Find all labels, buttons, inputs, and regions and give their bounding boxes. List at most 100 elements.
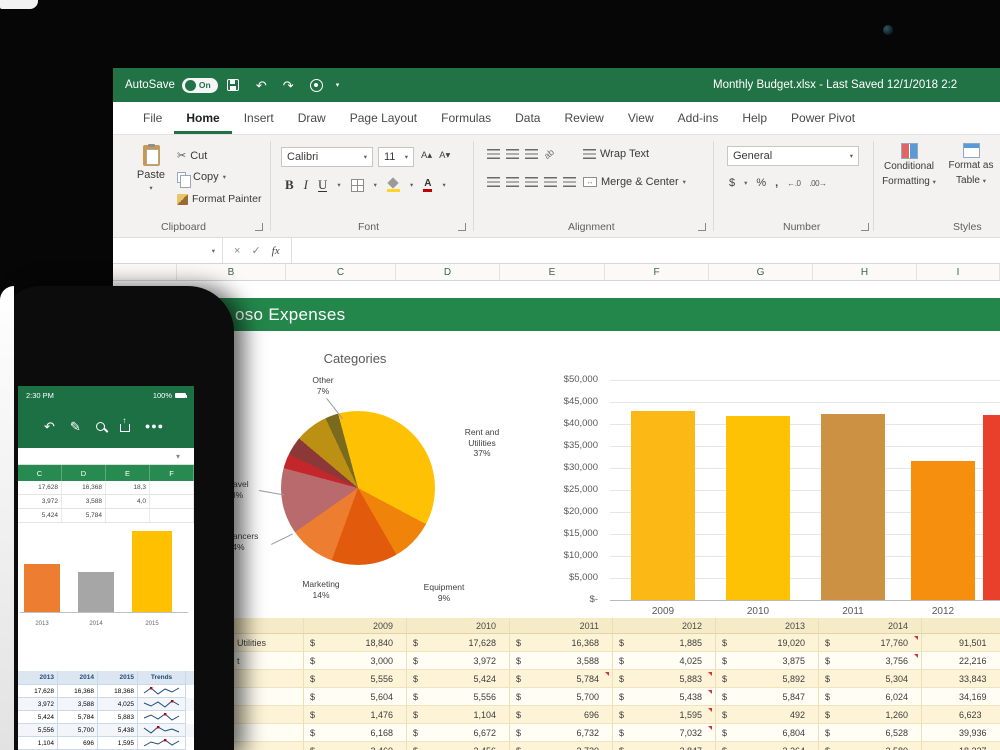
value-cell[interactable]: $5,784	[509, 670, 612, 687]
value-cell[interactable]: $5,556	[303, 670, 406, 687]
phone-mini-table[interactable]: 201320142015Trends17,62816,36818,3683,97…	[18, 671, 194, 750]
phone-grid-cell[interactable]	[150, 509, 194, 522]
value-cell[interactable]: $16,368	[509, 634, 612, 651]
phone-grid-cell[interactable]	[150, 495, 194, 508]
bar-2009[interactable]	[631, 411, 695, 600]
phone-bar-2015[interactable]	[132, 531, 172, 612]
phone-grid-cell[interactable]	[150, 481, 194, 494]
copy-button[interactable]: Copy ▾	[177, 171, 226, 183]
font-grow-shrink[interactable]: A▴ A▾	[421, 150, 450, 161]
tab-view[interactable]: View	[616, 102, 666, 134]
font-color-caret-icon[interactable]: ▾	[442, 181, 445, 189]
tab-home[interactable]: Home	[174, 102, 231, 134]
sparkline-cell[interactable]	[138, 685, 186, 698]
value-cell[interactable]: $4,025	[612, 652, 715, 669]
total-cell[interactable]: 22,216	[921, 652, 1000, 669]
font-color-icon[interactable]: A	[423, 178, 432, 192]
value-cell[interactable]: $1,260	[818, 706, 921, 723]
tab-review[interactable]: Review	[552, 102, 615, 134]
tab-power-pivot[interactable]: Power Pivot	[779, 102, 867, 134]
phone-table-cell[interactable]: 4,025	[98, 698, 138, 711]
enter-icon[interactable]: ✓	[251, 244, 260, 257]
tab-formulas[interactable]: Formulas	[429, 102, 503, 134]
column-header-C[interactable]: C	[286, 264, 396, 280]
share-icon[interactable]	[120, 424, 130, 432]
undo-icon[interactable]: ↶	[256, 79, 267, 92]
tab-help[interactable]: Help	[730, 102, 779, 134]
value-cell[interactable]: $3,756	[818, 652, 921, 669]
column-header-I[interactable]: I	[917, 264, 1000, 280]
paste-button[interactable]: Paste ▾	[129, 145, 173, 221]
format-painter-button[interactable]: Format Painter	[177, 193, 261, 205]
sparkline-cell[interactable]	[138, 724, 186, 737]
phone-table-cell[interactable]: 5,883	[98, 711, 138, 724]
value-cell[interactable]: $17,628	[406, 634, 509, 651]
total-cell[interactable]: 18,327	[921, 742, 1000, 750]
value-cell[interactable]: $6,672	[406, 724, 509, 741]
decrease-decimal-icon[interactable]: .00→	[809, 179, 826, 188]
borders-caret-icon[interactable]: ▾	[374, 181, 377, 189]
value-cell[interactable]: $7,032	[612, 724, 715, 741]
phone-table-cell[interactable]: 5,700	[58, 724, 98, 737]
quick-access-caret-icon[interactable]: ▾	[336, 81, 340, 89]
phone-column-header-C[interactable]: C	[18, 465, 62, 481]
value-cell[interactable]: $1,476	[303, 706, 406, 723]
total-cell[interactable]: 39,936	[921, 724, 1000, 741]
value-cell[interactable]: $3,875	[715, 652, 818, 669]
value-cell[interactable]: $6,528	[818, 724, 921, 741]
sparkline-cell[interactable]	[138, 737, 186, 750]
align-bottom-icon[interactable]	[525, 149, 538, 159]
fill-caret-icon[interactable]: ▾	[410, 181, 413, 189]
font-dialog-launcher[interactable]	[458, 223, 466, 231]
wrap-text-button[interactable]: Wrap Text	[583, 148, 649, 160]
column-header-E[interactable]: E	[500, 264, 605, 280]
phone-column-header-D[interactable]: D	[62, 465, 106, 481]
account-icon[interactable]	[310, 79, 323, 92]
merge-center-button[interactable]: ↔ Merge & Center ▾	[583, 176, 686, 188]
phone-grid-cell[interactable]: 4,0	[106, 495, 150, 508]
phone-grid-cell[interactable]: 3,588	[62, 495, 106, 508]
value-cell[interactable]: $2,847	[612, 742, 715, 750]
cut-button[interactable]: ✂ Cut	[177, 149, 207, 162]
orientation-icon[interactable]: ab	[542, 147, 556, 161]
tab-data[interactable]: Data	[503, 102, 552, 134]
value-cell[interactable]: $6,024	[818, 688, 921, 705]
value-cell[interactable]: $5,438	[612, 688, 715, 705]
phone-table-cell[interactable]: 3,972	[18, 698, 58, 711]
chevron-down-icon[interactable]: ▾	[176, 452, 180, 461]
cancel-icon[interactable]: ×	[234, 245, 240, 257]
increase-indent-icon[interactable]	[563, 177, 576, 187]
value-cell[interactable]: $18,840	[303, 634, 406, 651]
phone-grid-cell[interactable]	[106, 509, 150, 522]
font-size-select[interactable]: 11 ▾	[378, 147, 414, 167]
phone-grid[interactable]: 17,62816,36818,33,9723,5884,05,4245,784	[18, 481, 194, 523]
phone-bar-2013[interactable]	[24, 564, 60, 612]
formula-input[interactable]	[292, 238, 1000, 263]
insert-function-icon[interactable]: fx	[272, 245, 280, 257]
tab-file[interactable]: File	[131, 102, 174, 134]
search-icon[interactable]	[96, 422, 105, 431]
phone-grid-cell[interactable]: 16,368	[62, 481, 106, 494]
value-cell[interactable]: $492	[715, 706, 818, 723]
phone-column-header-E[interactable]: E	[106, 465, 150, 481]
value-cell[interactable]: $3,264	[715, 742, 818, 750]
undo-icon[interactable]: ↶	[44, 420, 55, 433]
total-cell[interactable]: 33,843	[921, 670, 1000, 687]
bar-2010[interactable]	[726, 416, 790, 600]
value-cell[interactable]: $6,804	[715, 724, 818, 741]
underline-button[interactable]: U	[318, 178, 327, 192]
underline-caret-icon[interactable]: ▾	[337, 181, 340, 189]
phone-column-header-F[interactable]: F	[150, 465, 194, 481]
column-header-D[interactable]: D	[396, 264, 500, 280]
align-top-icon[interactable]	[487, 149, 500, 159]
phone-table-cell[interactable]: 5,784	[58, 711, 98, 724]
phone-table-cell[interactable]: 5,438	[98, 724, 138, 737]
column-header-H[interactable]: H	[813, 264, 917, 280]
phone-table-cell[interactable]: 696	[58, 737, 98, 750]
value-cell[interactable]: $1,885	[612, 634, 715, 651]
tab-add-ins[interactable]: Add-ins	[666, 102, 731, 134]
value-cell[interactable]: $5,700	[509, 688, 612, 705]
borders-icon[interactable]	[351, 179, 364, 192]
phone-grid-cell[interactable]: 5,784	[62, 509, 106, 522]
autosave-toggle[interactable]: On	[182, 78, 218, 93]
